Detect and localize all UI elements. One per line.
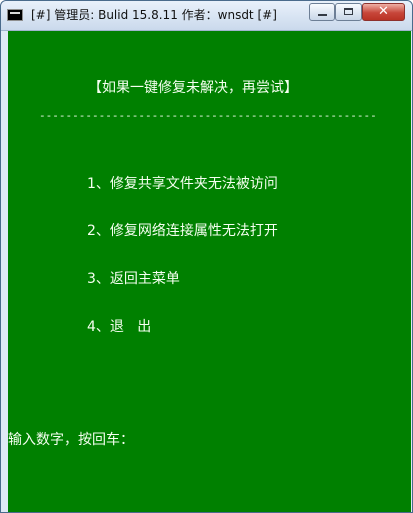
close-icon: ✕	[378, 4, 389, 19]
menu-option-3: 3、返回主菜单	[87, 271, 180, 287]
console-window: [#] 管理员: Bulid 15.8.11 作者：wnsdt [#] ✕ 【如…	[0, 0, 413, 513]
separator-line: ----------------------------------------…	[39, 109, 377, 122]
minimize-icon	[318, 14, 327, 16]
maximize-icon	[344, 8, 353, 15]
minimize-button[interactable]	[309, 3, 335, 21]
menu-option-2: 2、修复网络连接属性无法打开	[87, 223, 278, 239]
menu-option-1: 1、修复共享文件夹无法被访问	[87, 176, 278, 192]
input-prompt[interactable]: 输入数字，按回车：	[8, 431, 134, 449]
console-output[interactable]: 【如果一键修复未解决，再尝试】 ------------------------…	[8, 31, 411, 512]
vertical-scrollbar[interactable]	[406, 31, 411, 512]
close-button[interactable]: ✕	[362, 3, 405, 21]
window-title: [#] 管理员: Bulid 15.8.11 作者：wnsdt [#]	[31, 8, 277, 22]
console-app-icon	[7, 9, 23, 21]
repair-heading: 【如果一键修复未解决，再尝试】	[88, 80, 298, 96]
maximize-button[interactable]	[335, 3, 362, 21]
menu-option-4: 4、退 出	[87, 319, 152, 335]
window-titlebar[interactable]: [#] 管理员: Bulid 15.8.11 作者：wnsdt [#] ✕	[1, 1, 412, 31]
